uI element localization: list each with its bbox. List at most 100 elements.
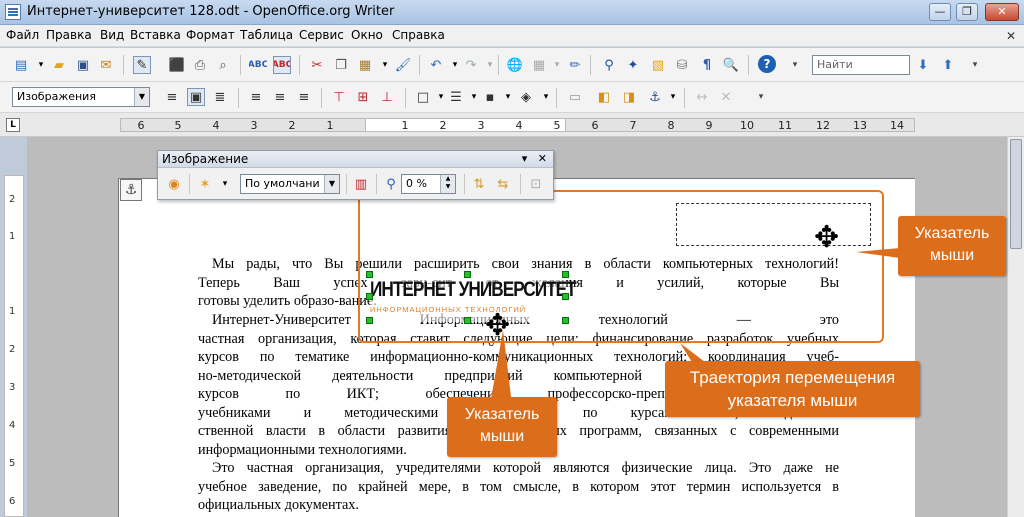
align-bottom-icon[interactable]: ⊥ — [378, 88, 396, 106]
print-icon[interactable]: ⎙ — [191, 56, 209, 74]
show-draw-functions-icon[interactable]: ✏ — [566, 56, 584, 74]
edit-mode-icon[interactable]: ✎ — [133, 56, 151, 74]
anchor-icon[interactable]: ⚓ — [646, 88, 664, 106]
spellcheck-icon[interactable]: ABC — [249, 56, 267, 74]
autospellcheck-icon[interactable]: ABC — [273, 56, 291, 74]
frame-properties-icon[interactable]: ▭ — [566, 88, 584, 106]
paste-dropdown-icon[interactable]: ▾ — [376, 56, 394, 74]
find-replace-icon[interactable]: ⚲ — [600, 56, 618, 74]
menu-bar: Файл Правка Вид Вставка Формат Таблица С… — [0, 25, 1024, 47]
image-toolbar-panel[interactable]: Изображение ▾ ✕ ◉ ✶ ▾ По умолчани ▼ ▥ ⚲ … — [157, 150, 554, 200]
chevron-down-icon[interactable]: ▼ — [134, 88, 149, 106]
data-sources-icon[interactable]: ⛁ — [673, 56, 691, 74]
menu-table[interactable]: Таблица — [240, 28, 293, 42]
transparency-spinner[interactable]: 0 % ▲ ▼ — [401, 174, 456, 194]
vruler-tick: 4 — [9, 420, 16, 431]
align-top-icon[interactable]: ⊤ — [330, 88, 348, 106]
panel-header[interactable]: Изображение ▾ ✕ — [158, 151, 553, 168]
image-filter-icon[interactable]: ◉ — [165, 175, 183, 193]
close-document-icon[interactable]: ✕ — [1006, 29, 1016, 43]
vertical-scrollbar[interactable] — [1007, 137, 1024, 517]
redo-icon[interactable]: ↷ — [462, 56, 480, 74]
paragraph-style-select[interactable]: Изображения ▼ — [12, 87, 150, 107]
flip-vertical-icon[interactable]: ⇅ — [470, 175, 488, 193]
color-icon[interactable]: ▥ — [352, 175, 370, 193]
menu-view[interactable]: Вид — [100, 28, 124, 42]
minimize-button[interactable]: — — [929, 3, 951, 21]
menu-insert[interactable]: Вставка — [130, 28, 181, 42]
find-input[interactable]: Найти — [812, 55, 910, 75]
align-right-icon[interactable]: ≡ — [295, 88, 313, 106]
anchor-dropdown-icon[interactable]: ▾ — [664, 88, 682, 106]
spinner-arrows-icon[interactable]: ▲ ▼ — [440, 175, 455, 193]
close-button[interactable]: ✕ — [985, 3, 1019, 21]
unlink-frames-icon[interactable]: ✕ — [717, 88, 735, 106]
align-justify-icon[interactable]: ≣ — [211, 88, 229, 106]
find-toolbar-options-icon[interactable]: ▾ — [966, 56, 984, 74]
new-dropdown-icon[interactable]: ▾ — [32, 56, 50, 74]
paragraph-3[interactable]: Это частная организация, учредителями ко… — [198, 459, 839, 515]
zoom-icon[interactable]: 🔍 — [722, 56, 740, 74]
tab-stop-selector[interactable]: L — [6, 118, 20, 132]
ruler-tick: 5 — [553, 119, 561, 132]
find-next-icon[interactable]: ⬇ — [914, 56, 932, 74]
format-paintbrush-icon[interactable]: 🖌 — [394, 56, 412, 74]
background-color-icon[interactable]: ◈ — [517, 88, 535, 106]
export-pdf-icon[interactable]: ⬛ — [168, 56, 186, 74]
menu-format[interactable]: Формат — [186, 28, 235, 42]
menu-edit[interactable]: Правка — [46, 28, 92, 42]
flip-horizontal-icon[interactable]: ⇆ — [494, 175, 512, 193]
align-left-icon[interactable]: ≡ — [163, 88, 181, 106]
send-to-back-icon[interactable]: ◨ — [620, 88, 638, 106]
cut-icon[interactable]: ✂ — [308, 56, 326, 74]
chevron-down-icon[interactable]: ▼ — [324, 175, 339, 193]
link-frames-icon[interactable]: ↔ — [693, 88, 711, 106]
bring-to-front-icon[interactable]: ◧ — [595, 88, 613, 106]
maximize-button[interactable]: ❐ — [956, 3, 978, 21]
transparency-icon[interactable]: ⚲ — [382, 175, 400, 193]
align-middle-icon[interactable]: ⊞ — [354, 88, 372, 106]
ruler-tick: 9 — [705, 119, 713, 132]
align-left-text-icon[interactable]: ≡ — [247, 88, 265, 106]
wrap-optimal-icon[interactable]: ▣ — [187, 88, 205, 106]
redo-dropdown-icon[interactable]: ▾ — [481, 56, 499, 74]
menu-tools[interactable]: Сервис — [299, 28, 344, 42]
new-document-icon[interactable]: ▤ — [12, 56, 30, 74]
menu-window[interactable]: Окно — [351, 28, 383, 42]
nonprinting-characters-icon[interactable]: ¶ — [698, 56, 716, 74]
border-color-dropdown-icon[interactable]: ▾ — [499, 88, 517, 106]
find-previous-icon[interactable]: ⬆ — [939, 56, 957, 74]
menu-help[interactable]: Справка — [392, 28, 445, 42]
border-color-icon[interactable]: ▪ — [481, 88, 499, 106]
graphics-mode-select[interactable]: По умолчани ▼ — [240, 174, 340, 194]
hyperlink-icon[interactable]: 🌐 — [506, 56, 524, 74]
toolbar-separator — [498, 55, 499, 75]
undo-icon[interactable]: ↶ — [427, 56, 445, 74]
email-icon[interactable]: ✉ — [97, 56, 115, 74]
scrollbar-thumb[interactable] — [1010, 139, 1022, 249]
formatting-options-icon[interactable]: ▾ — [752, 88, 770, 106]
navigator-icon[interactable]: ✦ — [624, 56, 642, 74]
paste-icon[interactable]: ▦ — [356, 56, 374, 74]
table-icon[interactable]: ▦ — [530, 56, 548, 74]
open-folder-icon[interactable]: ▰ — [50, 56, 68, 74]
background-dropdown-icon[interactable]: ▾ — [537, 88, 555, 106]
print-preview-icon[interactable]: ⌕ — [214, 56, 232, 74]
crop-icon[interactable]: ⊡ — [527, 175, 545, 193]
panel-controls: ▾ ✕ — [522, 152, 547, 165]
help-icon[interactable]: ? — [758, 55, 776, 73]
table-dropdown-icon[interactable]: ▾ — [548, 56, 566, 74]
toolbar-separator — [556, 88, 557, 108]
menu-file[interactable]: Файл — [6, 28, 39, 42]
gallery-icon[interactable]: ▧ — [649, 56, 667, 74]
save-icon[interactable]: ▣ — [74, 56, 92, 74]
panel-menu-icon[interactable]: ▾ — [522, 152, 528, 165]
align-center-icon[interactable]: ≡ — [271, 88, 289, 106]
line-style-icon[interactable]: ☰ — [447, 88, 465, 106]
effects-dropdown-icon[interactable]: ▾ — [216, 175, 234, 193]
toolbar-options-icon[interactable]: ▾ — [786, 56, 804, 74]
copy-icon[interactable]: ❐ — [332, 56, 350, 74]
panel-close-icon[interactable]: ✕ — [538, 152, 547, 165]
image-effects-icon[interactable]: ✶ — [196, 175, 214, 193]
borders-icon[interactable]: □ — [414, 88, 432, 106]
